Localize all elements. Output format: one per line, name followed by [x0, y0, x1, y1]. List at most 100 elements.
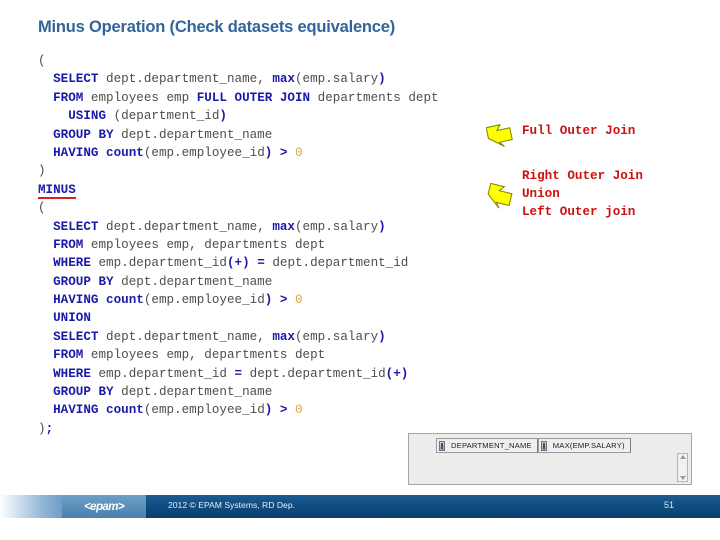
code-line: GROUP BY dept.department_name — [38, 383, 508, 401]
annotation-line: Right Outer Join — [522, 169, 643, 183]
code-token: FROM — [53, 90, 84, 105]
code-token: FROM — [53, 348, 84, 363]
code-token: GROUP BY — [53, 274, 114, 289]
code-token: dept.department_name — [113, 274, 273, 289]
result-grid[interactable]: DEPARTMENT_NAME MAX(EMP.SALARY) — [408, 433, 692, 485]
code-token: (emp.salary — [295, 329, 379, 344]
code-token: UNION — [53, 311, 91, 326]
code-token: dept.department_id — [242, 366, 386, 381]
code-token: 0 — [294, 145, 303, 160]
code-line: ( — [38, 199, 508, 217]
code-token: (emp.employee_id — [143, 403, 265, 418]
code-line: HAVING count(emp.employee_id) > 0 — [38, 144, 508, 162]
code-token: ) > — [264, 145, 295, 160]
code-token: ( — [38, 54, 46, 68]
code-token: WHERE — [53, 366, 91, 381]
code-token: = — [234, 366, 243, 381]
epam-logo: <epam> — [84, 500, 124, 513]
code-token: 0 — [294, 403, 303, 418]
result-grid-column-label: MAX(EMP.SALARY) — [552, 441, 625, 450]
code-token: emp.department_id — [90, 256, 227, 271]
code-token: dept.department_name — [113, 385, 273, 400]
code-line: UNION — [38, 309, 508, 327]
code-token: dept.department_name, — [98, 72, 273, 87]
code-token: ; — [45, 421, 54, 436]
code-token: dept.department_id — [264, 256, 409, 271]
annotation-line: Full Outer Join — [522, 124, 636, 138]
code-token: ) > — [264, 293, 295, 308]
code-line: GROUP BY dept.department_name — [38, 273, 508, 291]
code-line: WHERE emp.department_id(+) = dept.depart… — [38, 254, 508, 272]
page-title: Minus Operation (Check datasets equivale… — [38, 18, 396, 36]
code-token: ) — [38, 421, 46, 436]
code-token: (+) — [385, 366, 409, 381]
code-token: employees emp — [83, 90, 197, 105]
slide-footer: <epam> 2012 © EPAM Systems, RD Dep. 51 — [0, 495, 720, 518]
code-token: max — [272, 219, 295, 234]
arrow-down-left-icon — [487, 183, 513, 209]
code-token: HAVING count — [53, 293, 144, 308]
code-token: FROM — [53, 237, 84, 252]
code-token: ) > — [264, 403, 295, 418]
code-line: SELECT dept.department_name, max(emp.sal… — [38, 218, 508, 236]
code-line: ( — [38, 52, 508, 70]
code-token: 0 — [294, 293, 303, 308]
code-token: ( — [38, 201, 46, 216]
code-token: (department_id — [106, 109, 220, 124]
result-grid-column-header[interactable]: MAX(EMP.SALARY) — [537, 438, 631, 453]
result-grid-column-header[interactable]: DEPARTMENT_NAME — [436, 438, 538, 453]
annotation-line: Union — [522, 187, 560, 201]
result-grid-header-row: DEPARTMENT_NAME MAX(EMP.SALARY) — [436, 438, 631, 453]
code-line: HAVING count(emp.employee_id) > 0 — [38, 401, 508, 419]
scroll-down-icon[interactable] — [679, 476, 686, 480]
code-line: FROM employees emp, departments dept — [38, 236, 508, 254]
code-line: WHERE emp.department_id = dept.departmen… — [38, 365, 508, 383]
code-token: max — [272, 72, 295, 87]
code-token: ) — [378, 72, 386, 87]
code-line: FROM employees emp, departments dept — [38, 346, 508, 364]
footer-copyright: 2012 © EPAM Systems, RD Dep. — [168, 500, 296, 510]
arrow-up-left-icon — [486, 124, 513, 147]
code-token: SELECT — [53, 329, 99, 344]
result-grid-column-label: DEPARTMENT_NAME — [451, 441, 532, 450]
code-token: (emp.employee_id — [143, 145, 265, 160]
result-grid-scrollbar[interactable] — [677, 453, 688, 482]
code-token: SELECT — [53, 219, 99, 234]
code-token: ) — [378, 329, 386, 344]
code-token: HAVING count — [53, 403, 144, 418]
annotation-line: Left Outer join — [522, 205, 636, 219]
code-token: max — [272, 329, 295, 344]
code-token: ) — [378, 219, 386, 234]
sql-code-block: ( SELECT dept.department_name, max(emp.s… — [38, 52, 508, 438]
code-line: SELECT dept.department_name, max(emp.sal… — [38, 328, 508, 346]
code-token: ) — [219, 109, 227, 124]
code-line: ) — [38, 162, 508, 180]
code-token: USING — [68, 109, 107, 124]
code-token: MINUS — [38, 182, 76, 199]
code-line: GROUP BY dept.department_name — [38, 126, 508, 144]
code-token: (emp.employee_id — [143, 293, 265, 308]
epam-logo-panel: <epam> — [62, 495, 146, 518]
code-token: GROUP BY — [53, 385, 114, 400]
code-token: SELECT — [53, 72, 99, 87]
code-line: SELECT dept.department_name, max(emp.sal… — [38, 70, 508, 88]
code-token: (emp.salary — [295, 72, 379, 87]
code-token: (+) = — [226, 256, 265, 271]
scroll-up-icon[interactable] — [679, 455, 686, 459]
code-token: ) — [38, 164, 46, 179]
code-token: departments dept — [310, 90, 439, 105]
